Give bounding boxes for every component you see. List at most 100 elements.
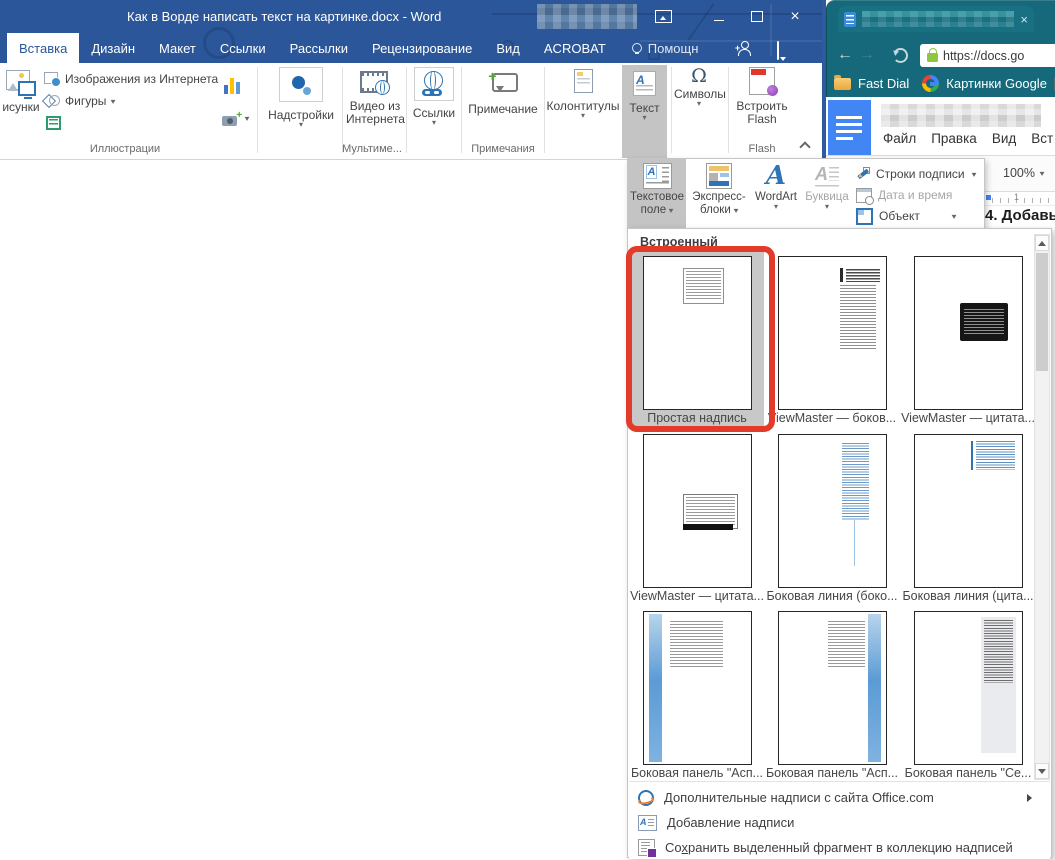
quick-parts-button[interactable]: Экспресс-блоки ▾ bbox=[688, 159, 750, 229]
signature-line-label: Строки подписи bbox=[876, 167, 965, 181]
docs-menu-file[interactable]: Файл bbox=[883, 131, 916, 146]
text-group-button-pressed[interactable]: A Текст ▾ bbox=[622, 65, 667, 158]
textbox-gallery-button[interactable]: A Текстовое поле ▾ bbox=[628, 159, 686, 229]
gallery-item[interactable]: Боковая линия (цита... bbox=[901, 429, 1035, 605]
tab-acrobat[interactable]: ACROBAT bbox=[532, 33, 618, 63]
textbox-label: Текстовое поле ▾ bbox=[628, 191, 686, 217]
docs-menu-bar: Файл Правка Вид Вст bbox=[883, 131, 1053, 146]
gallery-footer-menu: Дополнительные надписи с сайта Office.co… bbox=[629, 781, 1050, 859]
online-pictures-label: Изображения из Интернета bbox=[65, 72, 218, 86]
links-button[interactable]: Ссылки ▾ bbox=[410, 67, 458, 126]
tab-view[interactable]: Вид bbox=[484, 33, 532, 63]
menu-draw-textbox[interactable]: A Добавление надписи bbox=[631, 810, 1048, 835]
ribbon-display-options-button[interactable] bbox=[650, 3, 676, 30]
dropdown-caret: ▾ bbox=[263, 122, 339, 128]
shapes-button[interactable]: Фигуры ▾ bbox=[44, 94, 115, 108]
docs-menu-edit[interactable]: Правка bbox=[931, 131, 977, 146]
gallery-thumbnail bbox=[914, 434, 1023, 588]
gallery-item[interactable]: ViewMaster — боков... bbox=[765, 251, 899, 427]
gallery-item[interactable]: Боковая линия (боко... bbox=[765, 429, 899, 605]
screenshot-icon: + bbox=[222, 111, 242, 126]
shapes-icon bbox=[44, 94, 60, 108]
tab-close-icon[interactable]: × bbox=[1020, 13, 1028, 26]
wordart-button[interactable]: A WordArt ▾ bbox=[752, 159, 800, 229]
gallery-item[interactable]: ViewMaster — цитата... bbox=[630, 429, 764, 605]
menu-save-selection-to-gallery[interactable]: Сохранить выделенный фрагмент в коллекци… bbox=[631, 835, 1048, 860]
signature-line-button[interactable]: Строки подписи ▾ bbox=[856, 164, 982, 184]
browser-tab[interactable]: × bbox=[838, 6, 1034, 32]
gallery-item-label: Боковая панель "Асп... bbox=[765, 766, 899, 780]
collapse-ribbon-button[interactable] bbox=[800, 139, 810, 153]
pictures-button[interactable]: исунки bbox=[0, 68, 42, 114]
draw-textbox-icon: A bbox=[638, 815, 657, 831]
chart-button[interactable] bbox=[224, 74, 242, 97]
back-button[interactable]: ← bbox=[837, 46, 853, 64]
comment-label: Примечание bbox=[464, 102, 542, 116]
online-video-button[interactable]: Видео из Интернета bbox=[346, 69, 404, 126]
minimize-button[interactable] bbox=[706, 3, 732, 30]
online-video-icon bbox=[360, 71, 390, 95]
tab-mailings[interactable]: Рассылки bbox=[278, 33, 360, 63]
gallery-thumbnail bbox=[778, 256, 887, 410]
gallery-thumbnail bbox=[643, 611, 752, 765]
addins-button[interactable]: Надстройки ▾ bbox=[263, 67, 339, 128]
gallery-item[interactable]: Боковая панель "Се... bbox=[901, 606, 1035, 782]
gallery-scrollbar[interactable] bbox=[1034, 234, 1050, 780]
bookmark-google-images[interactable]: Картинки Google bbox=[946, 76, 1047, 91]
comment-button[interactable]: + Примечание bbox=[464, 69, 542, 116]
header-footer-icon bbox=[574, 69, 593, 93]
docs-menu-button[interactable] bbox=[828, 100, 871, 156]
text-icon: A bbox=[633, 71, 656, 96]
address-bar[interactable]: https://docs.go bbox=[920, 44, 1055, 67]
scroll-down-button[interactable] bbox=[1035, 763, 1049, 779]
addins-icon bbox=[289, 74, 313, 96]
header-footer-button[interactable]: Колонтитулы ▾ bbox=[546, 69, 620, 119]
tab-layout[interactable]: Макет bbox=[147, 33, 208, 63]
censored-tab-title bbox=[862, 11, 1014, 27]
quick-parts-icon bbox=[706, 163, 732, 189]
online-pictures-button[interactable]: Изображения из Интернета bbox=[44, 72, 218, 86]
docs-zoom-control[interactable]: 100% ▾ bbox=[1003, 166, 1044, 180]
dropdown-caret: ▾ bbox=[951, 212, 956, 221]
tab-review[interactable]: Рецензирование bbox=[360, 33, 484, 63]
symbols-button[interactable]: Ω Символы ▾ bbox=[674, 65, 724, 107]
forward-button[interactable]: → bbox=[859, 46, 875, 64]
url-text: https://docs.go bbox=[943, 49, 1024, 63]
embed-flash-button[interactable]: Встроить Flash bbox=[732, 67, 792, 126]
docs-menu-view[interactable]: Вид bbox=[992, 131, 1016, 146]
gallery-item[interactable]: ViewMaster — цитата... bbox=[901, 251, 1035, 427]
scrollbar-thumb[interactable] bbox=[1036, 253, 1048, 371]
links-icon bbox=[421, 71, 447, 97]
zoom-value: 100% bbox=[1003, 166, 1035, 180]
dropdown-caret: ▾ bbox=[546, 113, 620, 119]
docs-menu-insert[interactable]: Вст bbox=[1031, 131, 1053, 146]
maximize-button[interactable] bbox=[744, 3, 770, 30]
chart-icon bbox=[224, 74, 242, 94]
gallery-item[interactable]: Боковая панель "Асп... bbox=[765, 606, 899, 782]
online-video-label: Видео из Интернета bbox=[346, 100, 404, 126]
menu-more-textboxes-office[interactable]: Дополнительные надписи с сайта Office.co… bbox=[631, 785, 1048, 810]
shapes-label: Фигуры bbox=[65, 94, 106, 108]
gallery-item-label: Боковая панель "Асп... bbox=[630, 766, 764, 780]
comment-bubble-icon bbox=[777, 41, 779, 60]
tab-design[interactable]: Дизайн bbox=[79, 33, 147, 63]
reload-button[interactable] bbox=[893, 48, 908, 63]
tab-references[interactable]: Ссылки bbox=[208, 33, 278, 63]
close-button[interactable]: × bbox=[782, 3, 808, 30]
bookmark-fast-dial[interactable]: Fast Dial bbox=[858, 76, 909, 91]
comments-button[interactable] bbox=[777, 42, 779, 60]
gallery-item-label: Боковая панель "Се... bbox=[901, 766, 1035, 780]
tab-insert[interactable]: Вставка bbox=[7, 33, 79, 63]
date-time-button-disabled: Дата и время bbox=[856, 185, 982, 205]
gallery-item[interactable]: Боковая панель "Асп... bbox=[630, 606, 764, 782]
object-button[interactable]: Объект ▾ bbox=[856, 206, 982, 226]
screenshot-button[interactable]: + ▾ bbox=[222, 111, 249, 126]
tell-me-help[interactable]: Помощн bbox=[632, 33, 699, 63]
links-icon-frame bbox=[414, 67, 454, 101]
scroll-up-button[interactable] bbox=[1035, 235, 1049, 251]
browser-chrome: × ← → https://docs.go Fast Dial Картинки… bbox=[826, 0, 1055, 97]
smartart-button[interactable] bbox=[46, 116, 61, 130]
dropdown-caret: ▾ bbox=[674, 101, 724, 107]
gallery-item-label: Боковая линия (боко... bbox=[765, 589, 899, 603]
dropdown-caret: ▾ bbox=[245, 114, 250, 123]
